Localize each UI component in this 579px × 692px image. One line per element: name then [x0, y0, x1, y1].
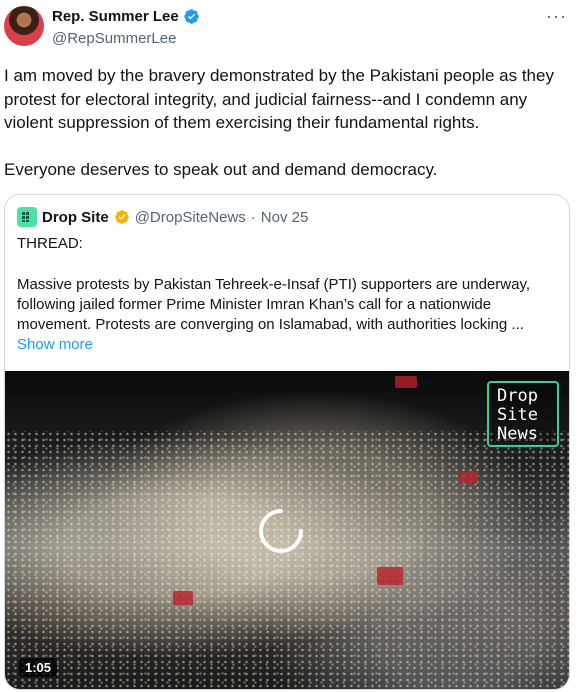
- thread-label: THREAD:: [17, 235, 83, 252]
- quoted-author-name: Drop Site: [42, 208, 109, 226]
- author-name-row: Rep. Summer Lee: [52, 8, 200, 25]
- verified-org-badge-icon: [114, 210, 129, 224]
- watermark-line-2: Site: [497, 405, 538, 425]
- video-frame-flag: [460, 471, 478, 483]
- watermark-line-3: News: [497, 424, 538, 444]
- video-watermark: Drop Site News: [487, 381, 559, 447]
- show-more-link[interactable]: Show more: [17, 336, 93, 353]
- quoted-tweet-card[interactable]: Drop Site @DropSiteNews · Nov 25 THREAD:…: [4, 194, 570, 690]
- video-frame-flag: [173, 591, 193, 605]
- watermark-line-1: Drop: [497, 386, 538, 406]
- video-frame-flag: [395, 376, 417, 388]
- quoted-author-avatar: [17, 207, 37, 227]
- loading-spinner-icon: [259, 509, 303, 553]
- author-avatar[interactable]: [4, 6, 44, 46]
- author-handle[interactable]: @RepSummerLee: [52, 30, 176, 47]
- more-options-icon[interactable]: ···: [546, 6, 567, 27]
- quoted-tweet-text: Massive protests by Pakistan Tehreek-e-I…: [17, 276, 530, 333]
- video-duration-badge: 1:05: [19, 658, 58, 677]
- quoted-tweet-date: Nov 25: [260, 208, 309, 226]
- verified-badge-icon: [183, 9, 199, 24]
- author-name[interactable]: Rep. Summer Lee: [52, 8, 179, 25]
- tweet-text: I am moved by the bravery demonstrated b…: [4, 66, 554, 179]
- meta-separator: ·: [250, 208, 256, 226]
- video-frame-crowd: [5, 431, 569, 689]
- drop-site-logo-icon: [22, 212, 29, 222]
- video-frame-flag: [377, 567, 403, 585]
- video-player[interactable]: Drop Site News 1:05: [5, 371, 569, 689]
- quoted-tweet-header: Drop Site @DropSiteNews · Nov 25: [17, 207, 308, 227]
- quoted-author-handle: @DropSiteNews: [134, 208, 246, 226]
